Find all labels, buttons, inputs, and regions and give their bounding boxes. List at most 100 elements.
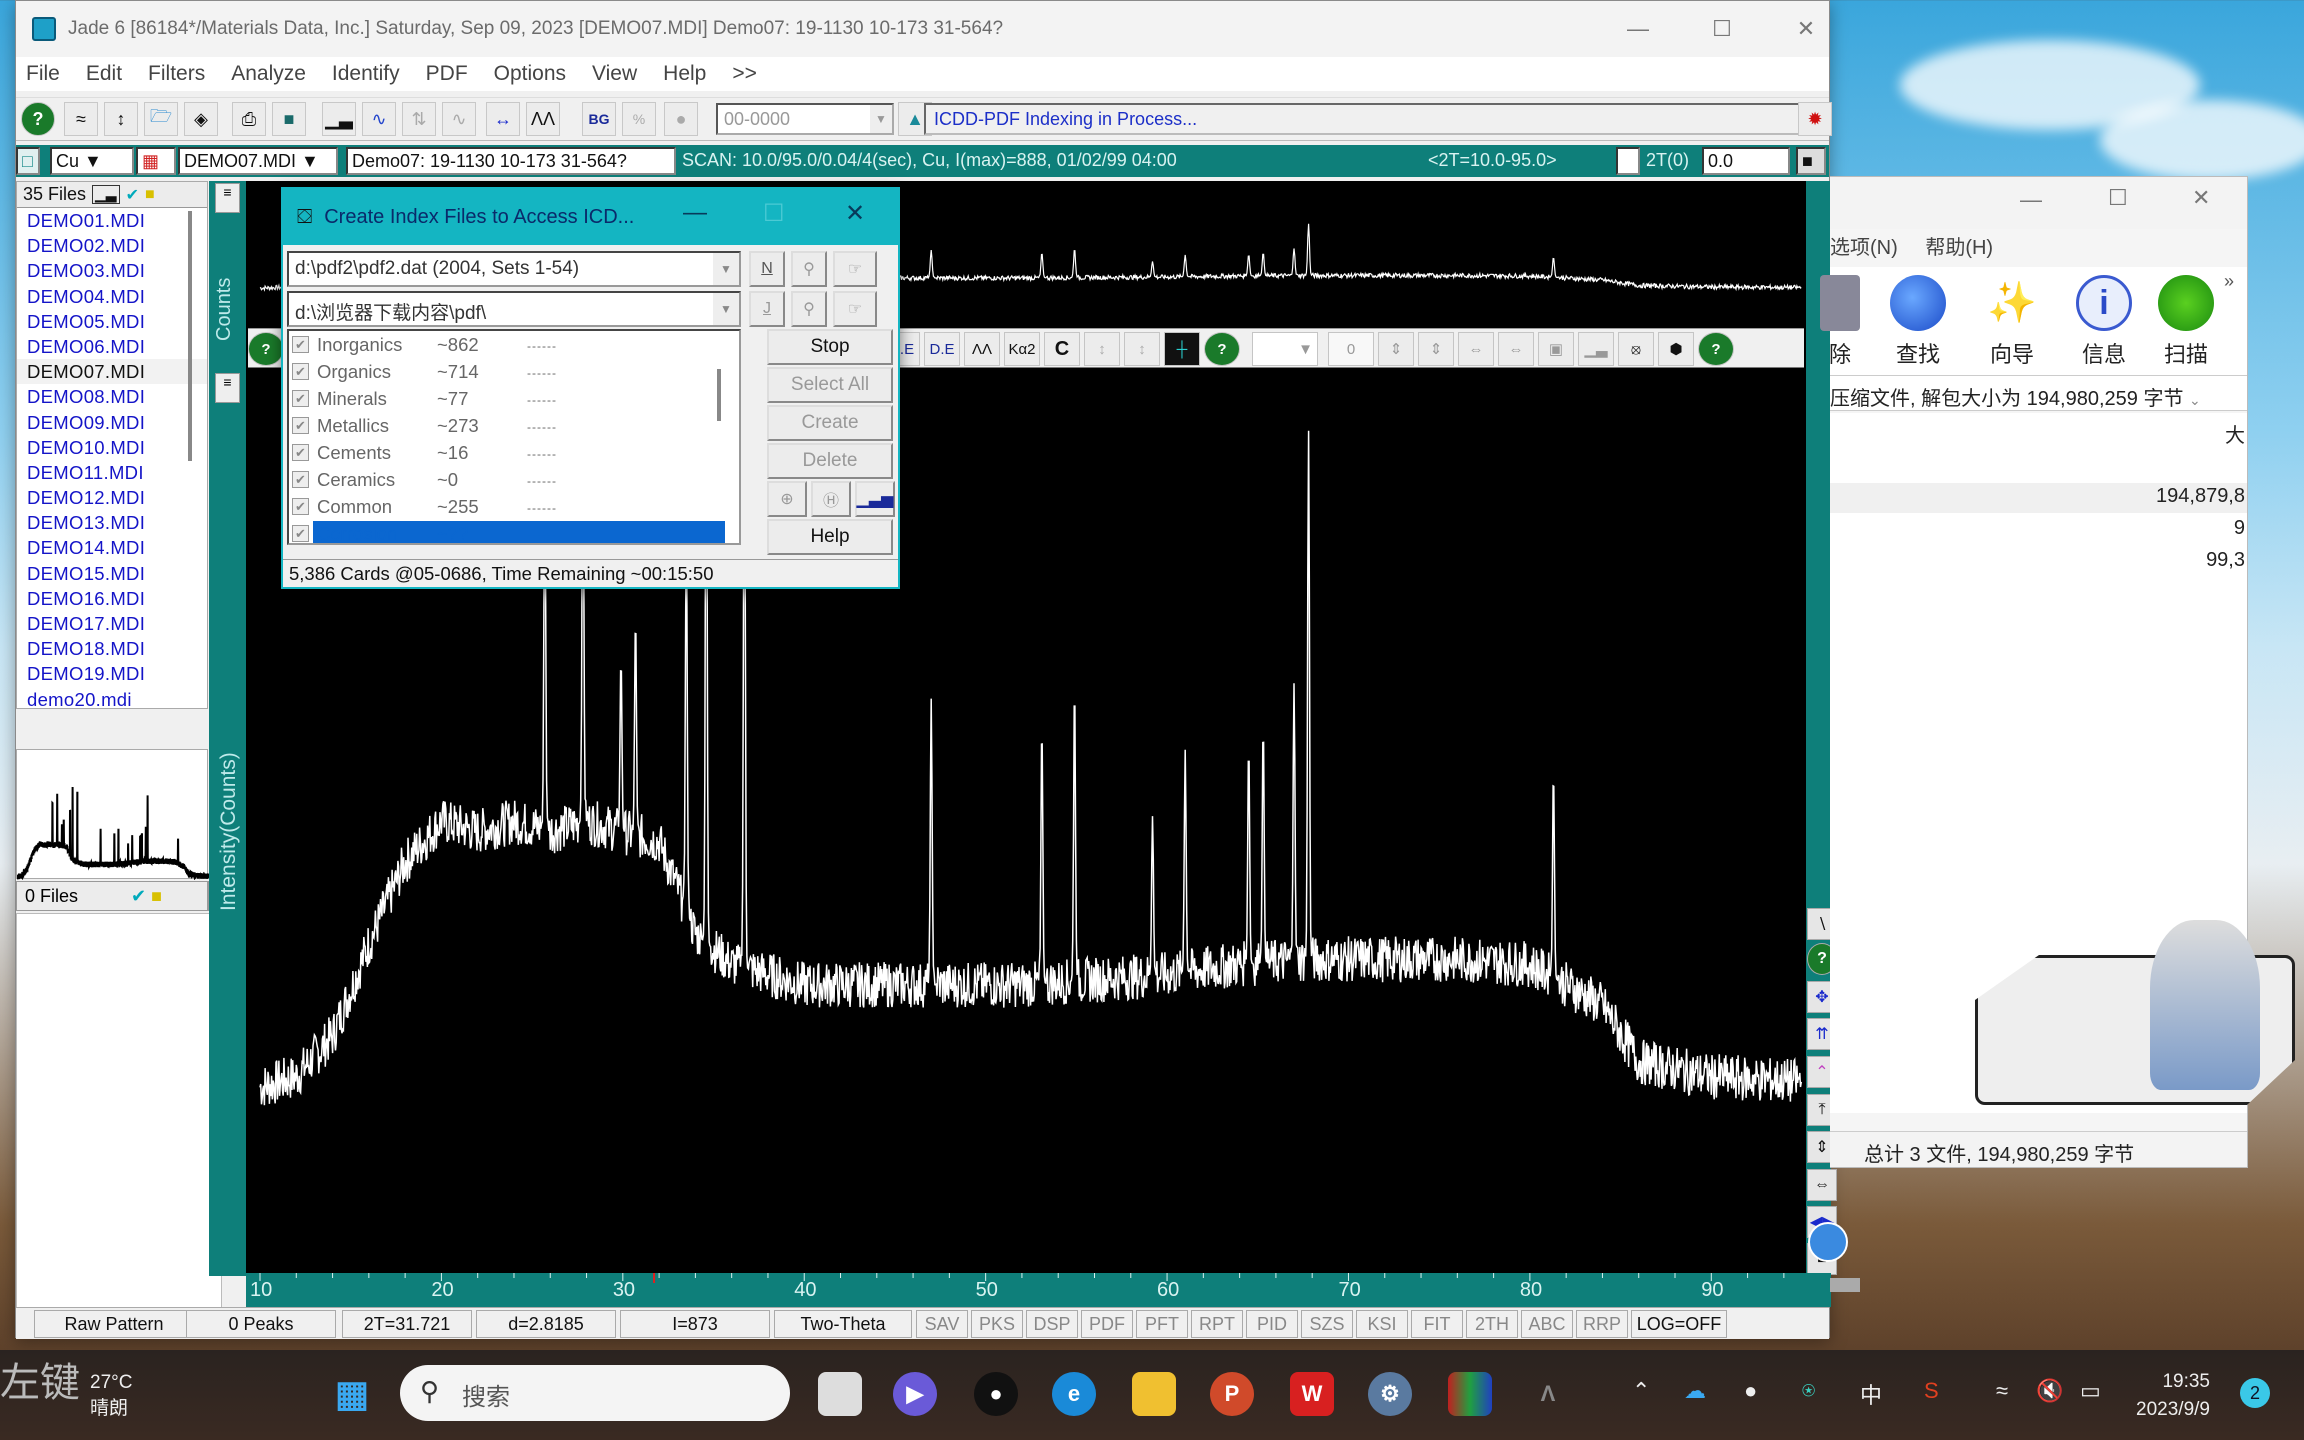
delete-button[interactable]: Delete	[767, 443, 893, 479]
file-select[interactable]: DEMO07.MDI ▼	[178, 147, 338, 175]
help-icon[interactable]: ?	[1204, 332, 1240, 366]
histogram-icon[interactable]: ▁▃	[322, 102, 356, 136]
ime-indicator[interactable]: 中	[1860, 1378, 1882, 1410]
file-list-item[interactable]: demo20.mdi	[17, 687, 207, 712]
calculator-icon[interactable]: ▦	[136, 147, 176, 175]
file-list-item[interactable]: DEMO06.MDI	[17, 334, 207, 359]
up-down-icon[interactable]: ⇕	[1378, 332, 1414, 366]
file-list-item[interactable]: DEMO05.MDI	[17, 309, 207, 334]
file-list-item[interactable]: DEMO02.MDI	[17, 233, 207, 258]
close-button[interactable]: ✕	[1764, 1, 1848, 57]
bg-icon[interactable]: BG	[582, 102, 616, 136]
volume-muted-icon[interactable]: 🔇	[2036, 1378, 2063, 1404]
subfile-checkbox[interactable]: ✔	[292, 498, 309, 515]
crosshair-icon[interactable]: ┼	[1164, 332, 1200, 366]
status-flag-rrp[interactable]: RRP	[1576, 1310, 1628, 1338]
help-icon[interactable]: ?	[1698, 332, 1734, 366]
de-icon[interactable]: D.E	[924, 332, 960, 366]
status-flag-abc[interactable]: ABC	[1521, 1310, 1573, 1338]
chevron-down-icon[interactable]: ▼	[870, 105, 892, 133]
subfile-row[interactable]: ✔ Organics ~714 ------	[289, 358, 739, 385]
check-icon[interactable]: ✔	[131, 886, 146, 906]
y-scale-button[interactable]: ≡	[215, 183, 240, 213]
subfile-checkbox[interactable]: ✔	[292, 444, 309, 461]
stop-button[interactable]: Stop	[767, 329, 893, 365]
j-button[interactable]: J	[749, 291, 785, 327]
c-icon[interactable]: C	[1044, 332, 1080, 366]
expand-icon[interactable]: ↔	[486, 102, 520, 136]
left-right-icon[interactable]: ⇔	[1458, 332, 1494, 366]
file-list-item[interactable]: DEMO11.MDI	[17, 460, 207, 485]
menu-help[interactable]: 帮助(H)	[1925, 237, 1993, 259]
status-flag-szs[interactable]: SZS	[1301, 1310, 1353, 1338]
peak-point[interactable]	[618, 655, 624, 661]
menu-analyze[interactable]: Analyze	[231, 62, 306, 86]
peak-point[interactable]	[1550, 767, 1556, 773]
status-flag-fit[interactable]: FIT	[1411, 1310, 1463, 1338]
option-select[interactable]: ▼	[1252, 332, 1318, 366]
menu-options[interactable]: 选项(N)	[1830, 237, 1898, 259]
menu-edit[interactable]: Edit	[86, 62, 122, 86]
status-flag-pft[interactable]: PFT	[1136, 1310, 1188, 1338]
status-flag-ksi[interactable]: KSI	[1356, 1310, 1408, 1338]
pattern-preview[interactable]	[16, 749, 210, 881]
check-icon[interactable]: ✔	[126, 185, 139, 205]
qq-tray-icon[interactable]: ●	[1744, 1378, 1757, 1404]
subfile-row[interactable]: ✔ Inorganics ~862 ------	[289, 331, 739, 358]
subfile-row[interactable]: ✔ Ceramics ~0 ------	[289, 466, 739, 493]
up-down-icon[interactable]: ↕	[104, 102, 138, 136]
file-list-item[interactable]: DEMO14.MDI	[17, 535, 207, 560]
title-bar[interactable]: Jade 6 [86184*/Materials Data, Inc.] Sat…	[16, 1, 1829, 57]
subfile-row[interactable]: ✔ Metallics ~273 ------	[289, 412, 739, 439]
zoom-region-icon[interactable]: ▣	[1538, 332, 1574, 366]
onedrive-icon[interactable]: ☁	[1684, 1378, 1706, 1404]
powerpoint-icon[interactable]: P	[1210, 1372, 1254, 1416]
overlay-icon[interactable]: ΛΛ	[526, 102, 560, 136]
tray-overflow-icon[interactable]: ⌃	[1632, 1378, 1650, 1404]
menu-options[interactable]: Options	[494, 62, 566, 86]
qq-icon[interactable]: ●	[974, 1372, 1018, 1416]
add-icon[interactable]: ⊕	[767, 481, 807, 517]
dialog-minimize-button[interactable]: —	[683, 199, 707, 227]
status-flag-pdf[interactable]: PDF	[1081, 1310, 1133, 1338]
file-list-item[interactable]: DEMO08.MDI	[17, 384, 207, 409]
subfile-row[interactable]: ✔ Minerals ~77 ------	[289, 385, 739, 412]
doublet-icon[interactable]: ΛΛ	[964, 332, 1000, 366]
taskbar-search[interactable]: 搜索	[400, 1365, 790, 1421]
status-flag-2th[interactable]: 2TH	[1466, 1310, 1518, 1338]
folder-icon[interactable]: □	[16, 147, 40, 175]
edge-icon[interactable]: e	[1052, 1372, 1096, 1416]
weather-widget[interactable]: 27°C 晴朗	[90, 1370, 132, 1422]
file-list-item[interactable]: DEMO01.MDI	[17, 208, 207, 233]
save-icon[interactable]: ■	[272, 102, 306, 136]
menu-view[interactable]: View	[592, 62, 637, 86]
alert-light-icon[interactable]: ✹	[1798, 102, 1832, 136]
create-button[interactable]: Create	[767, 405, 893, 441]
select-all-button[interactable]: Select All	[767, 367, 893, 403]
noise-icon[interactable]: ∿	[442, 102, 476, 136]
folder-icon[interactable]: ■	[145, 186, 155, 204]
notification-badge[interactable]: 2	[2240, 1378, 2270, 1408]
status-flag-dsp[interactable]: DSP	[1026, 1310, 1078, 1338]
settings-icon[interactable]: ⚙	[1368, 1372, 1412, 1416]
layers-icon[interactable]: ◈	[184, 102, 218, 136]
menu-pdf[interactable]: PDF	[426, 62, 468, 86]
wps-icon[interactable]: W	[1290, 1372, 1334, 1416]
windows-start-icon[interactable]: ▦	[330, 1372, 374, 1416]
jade-taskbar-icon[interactable]: Λ	[1526, 1372, 1570, 1416]
pointer-icon[interactable]: ☞	[833, 251, 877, 287]
pdf-file-select[interactable]: d:\pdf2\pdf2.dat (2004, Sets 1-54) ▼	[287, 251, 741, 287]
subfile-checkbox[interactable]: ✔	[292, 363, 309, 380]
display-toggle-icon[interactable]: ■	[1796, 147, 1826, 175]
file-list-item[interactable]: DEMO10.MDI	[17, 435, 207, 460]
tool-delete[interactable]: 除	[1800, 267, 1880, 369]
zero-offset-checkbox[interactable]	[1616, 147, 1640, 175]
subfile-list-scrollbar[interactable]	[717, 369, 721, 421]
print-icon[interactable]: ⎙	[232, 102, 266, 136]
octagon-icon[interactable]: ⬢	[1658, 332, 1694, 366]
file-list-item[interactable]: DEMO04.MDI	[17, 284, 207, 309]
floating-timer-icon[interactable]	[1808, 1222, 1848, 1262]
peak-point[interactable]	[1072, 680, 1078, 686]
sn-icon[interactable]: %	[622, 102, 656, 136]
subfile-row[interactable]: ✔ Corrosion ~?? ------	[289, 520, 739, 543]
